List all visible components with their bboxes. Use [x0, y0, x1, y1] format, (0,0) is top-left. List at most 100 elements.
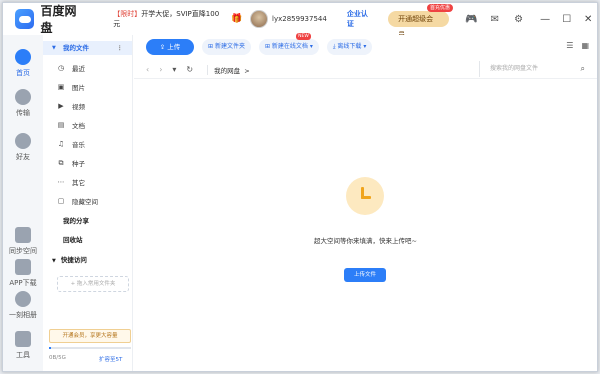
sidebar-item-label: 音乐	[72, 141, 85, 149]
nav-app-download[interactable]: APP下载	[3, 259, 43, 288]
breadcrumb-current[interactable]: 我的网盘	[214, 67, 240, 75]
path-bar: ‹ › ▾ ↻ 我的网盘 > 搜索我的网盘文件 ⌕	[134, 61, 597, 79]
new-online-doc-button[interactable]: ⊞ 新建在线文档 ▾ NEW	[258, 33, 319, 55]
image-icon: ▣	[57, 83, 65, 91]
sidebar-item-torrents[interactable]: ⧉ 种子	[57, 158, 86, 169]
sort-icon[interactable]: ☰	[566, 41, 573, 50]
nav-home[interactable]: 首页	[3, 49, 43, 78]
app-window: 百度网盘 【限时】开学大促，SVIP直降100元 🎁 lyx2859937544…	[2, 2, 598, 372]
clock-icon: ◷	[57, 64, 65, 72]
app-title: 百度网盘	[40, 4, 77, 35]
empty-state-icon	[346, 177, 384, 215]
transfer-icon	[15, 89, 31, 105]
sidebar-item-hidden-space[interactable]: ▢ 隐藏空间	[57, 196, 98, 206]
settings-gear-icon[interactable]: ⚙	[513, 14, 525, 25]
mail-icon[interactable]: ✉	[489, 14, 501, 25]
tools-grid-icon	[15, 331, 31, 347]
nav-tools[interactable]: 工具	[3, 331, 43, 360]
view-controls: ☰ ▦	[558, 41, 589, 50]
sidebar-item-label: 隐藏空间	[72, 198, 98, 206]
phone-icon	[15, 259, 31, 275]
expand-storage-link[interactable]: 扩容至5T	[99, 355, 122, 363]
nav-sync-space[interactable]: 同步空间	[3, 227, 43, 256]
nav-label: APP下载	[9, 279, 37, 287]
new-online-doc-label: 新建在线文档	[271, 43, 308, 50]
file-sidebar: 我的文件 ⋮ ◷ 最近 ▣ 图片 ▶ 视频 ▤ 文档 ♫ 音乐 ⧉ 种子 ⋯ 其它 ▢ 隐藏空间…	[43, 35, 133, 371]
sidebar-item-label: 文档	[72, 122, 85, 130]
nav-label: 一刻相册	[9, 311, 37, 319]
document-icon: ▤	[57, 121, 65, 129]
sidebar-item-videos[interactable]: ▶ 视频	[57, 101, 85, 111]
minimize-icon[interactable]: —	[536, 14, 554, 25]
nav-transfer[interactable]: 传输	[3, 89, 43, 118]
music-icon: ♫	[57, 140, 65, 148]
toolbar: ⇪ 上传 ⊞ 新建文件夹 ⊞ 新建在线文档 ▾ NEW ⤓ 离线下载 ▾ ☰ ▦	[134, 33, 597, 57]
sidebar-item-recent[interactable]: ◷ 最近	[57, 63, 85, 73]
search-input[interactable]: 搜索我的网盘文件 ⌕	[479, 61, 591, 77]
promo-tag: 【限时】	[113, 10, 142, 18]
sidebar-item-label: 最近	[72, 65, 85, 73]
search-icon[interactable]: ⌕	[581, 61, 585, 77]
path-divider	[207, 64, 209, 75]
sidebar-item-documents[interactable]: ▤ 文档	[57, 120, 85, 130]
sidebar-item-images[interactable]: ▣ 图片	[57, 82, 85, 92]
nav-label: 好友	[16, 153, 30, 161]
offline-download-label: 离线下载	[337, 43, 362, 50]
sidebar-item-recycle-bin[interactable]: 回收站	[63, 234, 83, 244]
nav-label: 首页	[16, 69, 30, 77]
refresh-icon[interactable]: ↻	[186, 65, 193, 74]
vip-upgrade-banner[interactable]: 开通会员，享更大容量	[49, 329, 131, 343]
add-quick-folder-dropzone[interactable]: + 拖入常用文件夹	[57, 276, 129, 292]
baidu-netdisk-logo-icon	[15, 9, 35, 29]
grid-view-icon[interactable]: ▦	[581, 41, 589, 50]
new-badge: NEW	[296, 33, 311, 40]
sidebar-item-music[interactable]: ♫ 音乐	[57, 139, 85, 149]
history-dropdown-icon[interactable]: ▾	[172, 65, 176, 74]
offline-download-button[interactable]: ⤓ 离线下载 ▾	[326, 39, 373, 55]
cloud-icon	[15, 49, 31, 65]
more-options-icon[interactable]: ⋮	[117, 41, 124, 55]
storage-quota-text: 0B/5G	[49, 355, 66, 361]
forward-arrow-icon[interactable]: ›	[159, 65, 162, 74]
sync-icon	[15, 227, 31, 243]
promo-banner[interactable]: 【限时】开学大促，SVIP直降100元	[113, 9, 223, 29]
nav-yike-album[interactable]: 一刻相册	[3, 291, 43, 320]
new-folder-label: 新建文件夹	[214, 43, 245, 50]
breadcrumb[interactable]: 我的网盘 >	[214, 65, 250, 75]
new-folder-button[interactable]: ⊞ 新建文件夹	[202, 39, 251, 55]
nav-friends[interactable]: 好友	[3, 133, 43, 162]
maximize-icon[interactable]: ☐	[558, 14, 576, 25]
storage-quota-fill	[49, 347, 52, 349]
enterprise-certify-link[interactable]: 企业认证	[347, 9, 374, 29]
upload-label: 上传	[167, 43, 181, 51]
sidebar-item-other[interactable]: ⋯ 其它	[57, 177, 86, 187]
sidebar-item-label: 视频	[72, 103, 85, 111]
lock-icon: ▢	[57, 197, 65, 205]
upload-button[interactable]: ⇪ 上传	[146, 39, 194, 55]
nav-label: 传输	[16, 109, 30, 117]
avatar[interactable]	[250, 10, 269, 28]
sidebar-item-label: 图片	[72, 84, 85, 92]
back-arrow-icon[interactable]: ‹	[146, 65, 149, 74]
friends-icon	[15, 133, 31, 149]
title-bar: 百度网盘 【限时】开学大促，SVIP直降100元 🎁 lyx2859937544…	[3, 3, 597, 39]
nav-label: 工具	[16, 351, 30, 359]
album-icon	[15, 291, 31, 307]
search-placeholder: 搜索我的网盘文件	[490, 65, 539, 72]
sidebar-item-my-share[interactable]: 我的分享	[63, 215, 89, 225]
vip-badge: 首充优惠	[427, 4, 454, 12]
primary-nav: 首页 传输 好友 同步空间 APP下载 一刻相册 工具	[3, 35, 43, 371]
sidebar-item-my-files[interactable]: 我的文件 ⋮	[43, 41, 132, 55]
sidebar-item-label: 其它	[72, 179, 85, 187]
storage-quota-bar	[49, 347, 131, 349]
gift-icon[interactable]: 🎁	[231, 14, 242, 24]
upload-file-button[interactable]: 上传文件	[344, 268, 386, 282]
sidebar-head-label: 我的文件	[63, 44, 89, 52]
username[interactable]: lyx2859937544	[272, 15, 327, 23]
open-super-vip-button[interactable]: 开通超级会员 首充优惠	[388, 4, 454, 39]
quick-access-toggle[interactable]: 快捷访问	[52, 254, 87, 264]
more-icon: ⋯	[57, 178, 65, 186]
torrent-icon: ⧉	[58, 158, 64, 167]
game-icon[interactable]: 🎮	[465, 14, 477, 25]
close-icon[interactable]: ✕	[579, 14, 597, 25]
